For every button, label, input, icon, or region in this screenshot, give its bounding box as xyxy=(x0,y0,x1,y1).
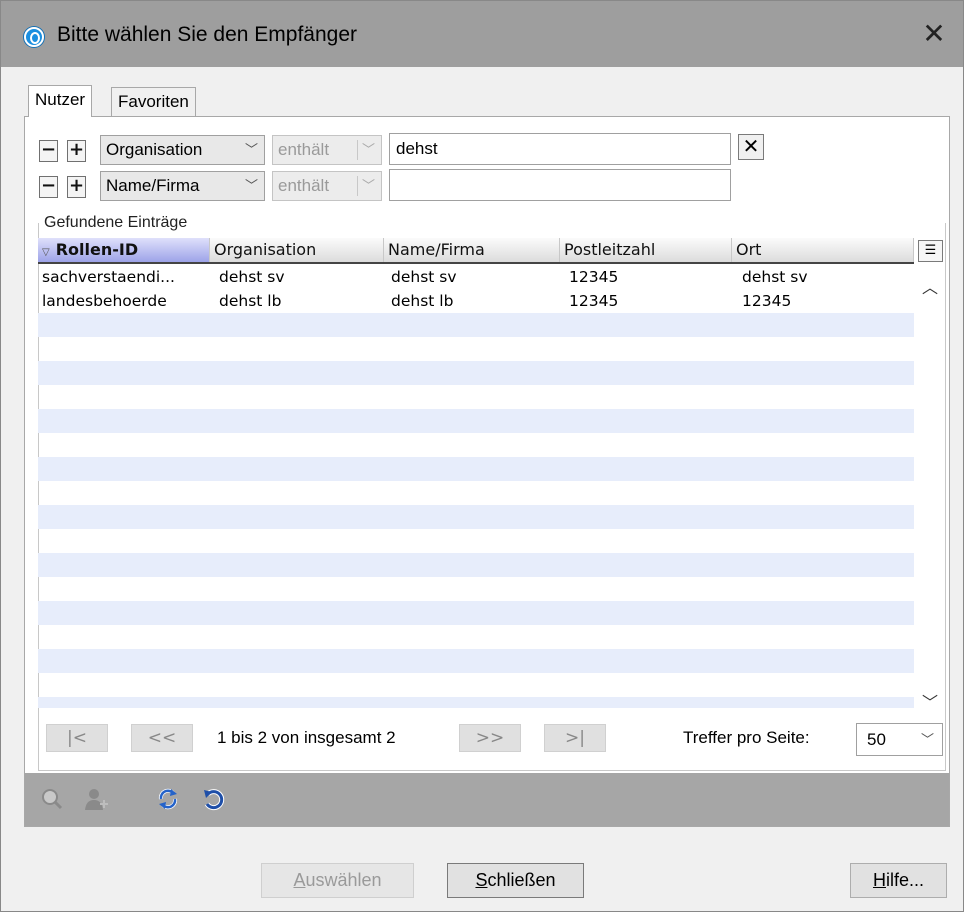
cell-ort: 12345 xyxy=(742,292,792,310)
filter-operator-select: enthält ﹀ xyxy=(272,171,382,201)
chevron-down-icon: ﹀ xyxy=(361,178,375,193)
cell-organisation: dehst sv xyxy=(219,268,285,286)
empty-row xyxy=(38,481,914,505)
action-toolbar xyxy=(25,773,949,826)
table-row[interactable]: sachverstaendi... dehst sv dehst sv 1234… xyxy=(38,265,914,289)
column-menu-icon[interactable]: ☰ xyxy=(918,240,943,262)
empty-row xyxy=(38,505,914,529)
sort-indicator-icon: ▽ xyxy=(42,247,50,258)
filter-value-input[interactable]: dehst xyxy=(389,133,731,165)
last-page-button[interactable]: >| xyxy=(544,724,606,752)
help-button[interactable]: Hilfe... xyxy=(850,863,947,898)
accelerator-key: H xyxy=(872,870,886,890)
dialog-title: Bitte wählen Sie den Empfänger xyxy=(57,23,358,46)
column-header-name-firma[interactable]: Name/Firma xyxy=(384,238,560,262)
cell-organisation: dehst lb xyxy=(219,292,282,310)
empty-row xyxy=(38,625,914,649)
per-page-select[interactable]: 50 ﹀ xyxy=(856,723,943,756)
filter-operator-value: enthält xyxy=(278,140,330,159)
cell-postleitzahl: 12345 xyxy=(569,268,619,286)
reset-icon[interactable] xyxy=(200,785,228,813)
add-filter-button[interactable]: + xyxy=(67,176,86,198)
cell-postleitzahl: 12345 xyxy=(569,292,619,310)
results-title: Gefundene Einträge xyxy=(41,214,191,232)
cell-name-firma: dehst lb xyxy=(391,292,454,310)
chevron-down-icon: ﹀ xyxy=(361,142,375,157)
empty-row xyxy=(38,649,914,673)
table-header: ▽ Rollen-ID Organisation Name/Firma Postl… xyxy=(38,238,914,264)
empty-row xyxy=(38,577,914,601)
empty-row xyxy=(38,313,914,337)
empty-row xyxy=(38,529,914,553)
filter-field-select[interactable]: Name/Firma ﹀ xyxy=(100,171,265,201)
empty-row xyxy=(38,337,914,361)
page-status: 1 bis 2 von insgesamt 2 xyxy=(217,728,396,747)
add-filter-button[interactable]: + xyxy=(67,140,86,162)
previous-page-button[interactable]: << xyxy=(131,724,193,752)
table-row[interactable]: landesbehoerde dehst lb dehst lb 12345 1… xyxy=(38,289,914,313)
title-bar[interactable]: Bitte wählen Sie den Empfänger ✕ xyxy=(1,1,963,67)
column-header-rollen-id[interactable]: ▽ Rollen-ID xyxy=(38,238,210,262)
filter-value-input[interactable] xyxy=(389,169,731,201)
chevron-down-icon: ﹀ xyxy=(244,142,258,157)
accelerator-key: S xyxy=(475,870,488,890)
cell-rollen-id: sachverstaendi... xyxy=(42,268,175,286)
divider xyxy=(357,140,358,160)
first-page-button[interactable]: |< xyxy=(46,724,108,752)
filter-field-select[interactable]: Organisation ﹀ xyxy=(100,135,265,165)
refresh-icon[interactable] xyxy=(154,785,182,813)
scroll-down-icon[interactable]: ﹀ xyxy=(919,689,941,712)
column-label: Rollen-ID xyxy=(55,240,139,259)
close-button[interactable]: Schließen xyxy=(447,863,584,898)
filter-operator-value: enthält xyxy=(278,176,330,195)
divider xyxy=(357,176,358,196)
empty-row xyxy=(38,433,914,457)
results-table: sachverstaendi... dehst sv dehst sv 1234… xyxy=(38,265,914,708)
tab-nutzer[interactable]: Nutzer xyxy=(28,85,93,117)
chevron-down-icon: ﹀ xyxy=(244,178,258,193)
next-page-button[interactable]: >> xyxy=(459,724,521,752)
empty-row xyxy=(38,457,914,481)
empty-row xyxy=(38,361,914,385)
app-logo-icon xyxy=(24,27,44,47)
filter-field-value: Name/Firma xyxy=(106,176,200,195)
dialog-window: Bitte wählen Sie den Empfänger ✕ Nutzer … xyxy=(0,0,964,912)
per-page-value: 50 xyxy=(867,730,886,749)
cell-rollen-id: landesbehoerde xyxy=(42,292,167,310)
column-header-organisation[interactable]: Organisation xyxy=(210,238,384,262)
empty-row xyxy=(38,409,914,433)
empty-row xyxy=(38,673,914,697)
accelerator-key: A xyxy=(293,870,306,890)
empty-row xyxy=(38,601,914,625)
column-header-ort[interactable]: Ort xyxy=(732,238,914,262)
select-button[interactable]: Auswählen xyxy=(261,863,414,898)
empty-row xyxy=(38,385,914,409)
cell-name-firma: dehst sv xyxy=(391,268,457,286)
clear-filter-icon[interactable]: ✕ xyxy=(738,134,764,160)
cell-ort: dehst sv xyxy=(742,268,808,286)
scroll-up-icon[interactable]: ︿ xyxy=(919,274,941,297)
search-user-icon[interactable] xyxy=(38,785,66,813)
add-user-icon[interactable] xyxy=(82,785,110,813)
per-page-label: Treffer pro Seite: xyxy=(683,728,810,747)
filter-operator-select: enthält ﹀ xyxy=(272,135,382,165)
button-label: ilfe... xyxy=(885,870,924,890)
close-icon[interactable]: ✕ xyxy=(919,19,949,49)
remove-filter-button[interactable]: − xyxy=(39,140,58,162)
column-header-postleitzahl[interactable]: Postleitzahl xyxy=(560,238,732,262)
button-label: chließen xyxy=(487,870,556,890)
empty-row xyxy=(38,553,914,577)
remove-filter-button[interactable]: − xyxy=(39,176,58,198)
tab-favoriten[interactable]: Favoriten xyxy=(111,87,196,117)
filter-field-value: Organisation xyxy=(106,140,203,159)
chevron-down-icon: ﹀ xyxy=(920,732,934,747)
button-label: uswählen xyxy=(305,870,382,890)
empty-row xyxy=(38,697,914,708)
